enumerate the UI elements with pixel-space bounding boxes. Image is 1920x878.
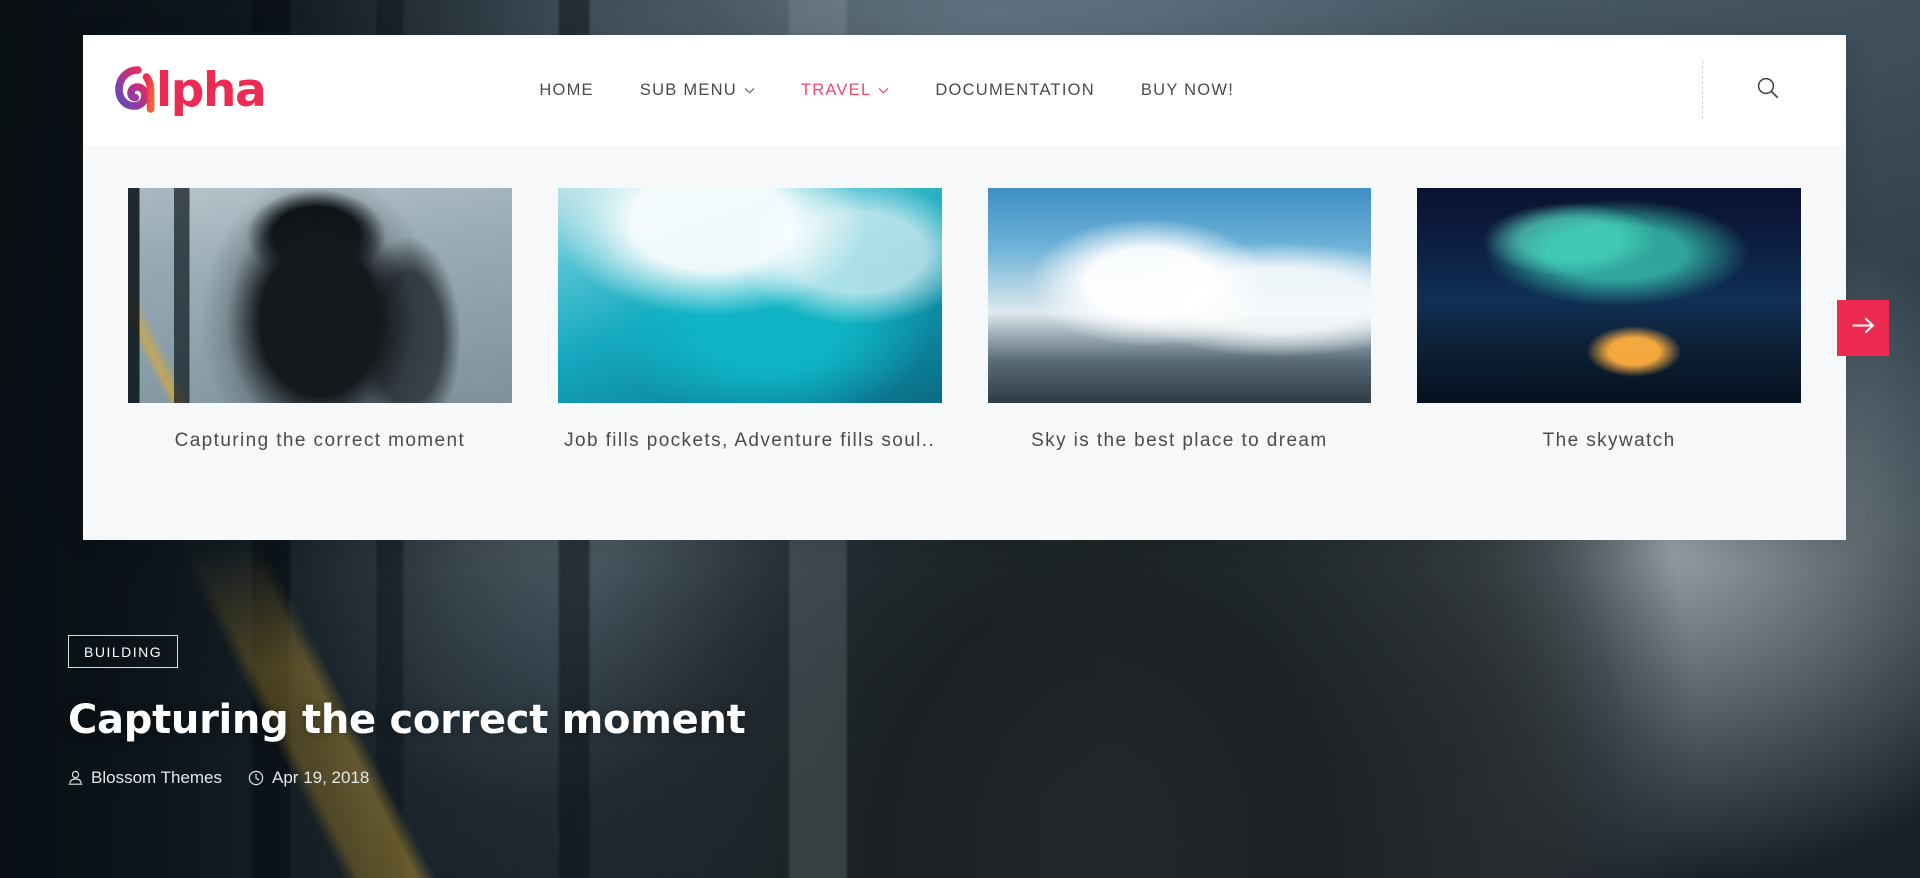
carousel-next-button[interactable] bbox=[1837, 300, 1889, 356]
nav-item-home[interactable]: HOME bbox=[539, 81, 594, 100]
post-date[interactable]: Apr 19, 2018 bbox=[248, 768, 369, 788]
post-author[interactable]: Blossom Themes bbox=[68, 768, 222, 788]
site-logo[interactable]: lpha bbox=[115, 35, 267, 145]
slide-thumbnail-image bbox=[987, 188, 1372, 403]
header-divider bbox=[1701, 61, 1703, 119]
nav-label: TRAVEL bbox=[800, 80, 872, 99]
hero-post-content: BUILDING Capturing the correct moment Bl… bbox=[68, 635, 828, 878]
site-header: lpha HOME SUB MENU TRAVEL DOCUMENTATION bbox=[83, 35, 1846, 145]
slide-thumbnail-image bbox=[557, 188, 942, 403]
slide-thumbnail-image bbox=[128, 188, 512, 403]
arrow-right-icon bbox=[1851, 317, 1876, 339]
nav-label: HOME bbox=[539, 80, 594, 99]
nav-item-sub-menu[interactable]: SUB MENU bbox=[640, 81, 755, 100]
author-name: Blossom Themes bbox=[91, 768, 223, 787]
nav-label: BUY NOW! bbox=[1140, 80, 1235, 99]
slide-title: The skywatch bbox=[1542, 430, 1676, 451]
header-carousel-panel: lpha HOME SUB MENU TRAVEL DOCUMENTATION bbox=[83, 35, 1889, 540]
nav-item-buy-now[interactable]: BUY NOW! bbox=[1141, 81, 1234, 100]
chevron-down-icon bbox=[878, 85, 889, 96]
carousel-slide[interactable]: The skywatch bbox=[1394, 188, 1824, 455]
hero-post-title[interactable]: Capturing the correct moment bbox=[68, 696, 828, 744]
date-text: Apr 19, 2018 bbox=[272, 768, 370, 787]
carousel-slide[interactable]: Sky is the best place to dream bbox=[965, 188, 1395, 455]
header-right-group bbox=[1701, 35, 1846, 145]
category-badge[interactable]: BUILDING bbox=[68, 635, 179, 668]
chevron-down-icon bbox=[744, 85, 755, 96]
hero-post-meta: Blossom Themes Apr 19, 2018 bbox=[68, 768, 828, 788]
search-icon bbox=[1755, 75, 1781, 106]
carousel-slide[interactable]: Job fills pockets, Adventure fills soul.… bbox=[535, 188, 965, 455]
clock-icon bbox=[248, 770, 264, 786]
slide-thumbnail-image bbox=[1417, 188, 1801, 403]
carousel-slide[interactable]: Capturing the correct moment bbox=[105, 188, 535, 455]
slide-title: Capturing the correct moment bbox=[174, 430, 466, 451]
search-button[interactable] bbox=[1738, 60, 1798, 120]
nav-label: SUB MENU bbox=[639, 80, 737, 99]
user-icon bbox=[68, 770, 83, 786]
slide-title: Job fills pockets, Adventure fills soul.… bbox=[564, 430, 936, 451]
nav-label: DOCUMENTATION bbox=[935, 80, 1095, 99]
logo-wordmark: lpha bbox=[156, 62, 267, 118]
slide-title: Sky is the best place to dream bbox=[1031, 430, 1328, 451]
alpha-swirl-logo-icon bbox=[115, 64, 161, 116]
main-navigation: HOME SUB MENU TRAVEL DOCUMENTATION BUY N… bbox=[499, 81, 1234, 100]
nav-item-travel[interactable]: TRAVEL bbox=[801, 81, 889, 100]
nav-item-documentation[interactable]: DOCUMENTATION bbox=[935, 81, 1095, 100]
featured-posts-carousel: Capturing the correct moment Job fills p… bbox=[83, 145, 1846, 540]
